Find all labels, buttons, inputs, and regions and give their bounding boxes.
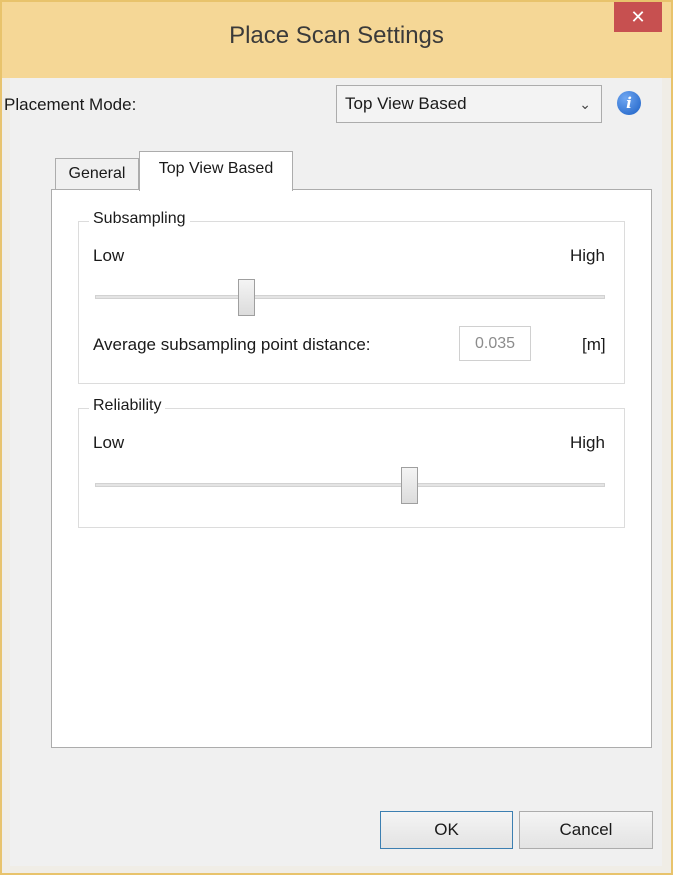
dialog-window: Place Scan Settings ✕ Placement Mode: To… bbox=[0, 0, 673, 875]
subsampling-title: Subsampling bbox=[89, 210, 190, 228]
subsampling-slider-thumb[interactable] bbox=[237, 279, 255, 316]
tab-top-view-based[interactable]: Top View Based bbox=[139, 151, 293, 191]
tab-panel: Subsampling Low High Average subsampling… bbox=[51, 189, 652, 748]
subsampling-high-label: High bbox=[570, 246, 605, 265]
reliability-slider-track[interactable] bbox=[95, 483, 605, 487]
placement-mode-select[interactable]: Top View Based ⌄ bbox=[336, 85, 602, 123]
placement-mode-label: Placement Mode: bbox=[4, 95, 137, 114]
title-bar[interactable]: Place Scan Settings ✕ bbox=[2, 2, 671, 78]
reliability-low-label: Low bbox=[93, 433, 125, 452]
subsampling-group: Subsampling Low High Average subsampling… bbox=[78, 210, 625, 384]
close-icon: ✕ bbox=[630, 7, 646, 27]
chevron-down-icon: ⌄ bbox=[579, 96, 591, 112]
reliability-group: Reliability Low High bbox=[78, 397, 625, 528]
dialog-body: Placement Mode: Top View Based ⌄ i Gener… bbox=[4, 78, 662, 866]
reliability-high-label: High bbox=[570, 433, 605, 452]
dialog-title: Place Scan Settings bbox=[229, 22, 444, 49]
distance-value-field[interactable]: 0.035 bbox=[459, 326, 531, 361]
cancel-button[interactable]: Cancel bbox=[519, 811, 653, 849]
placement-mode-value: Top View Based bbox=[345, 94, 467, 113]
subsampling-low-label: Low bbox=[93, 246, 125, 265]
distance-unit: [m] bbox=[582, 335, 606, 354]
info-icon[interactable]: i bbox=[617, 91, 641, 115]
ok-button[interactable]: OK bbox=[380, 811, 513, 849]
subsampling-slider-track[interactable] bbox=[95, 295, 605, 299]
distance-label: Average subsampling point distance: bbox=[93, 335, 371, 354]
reliability-title: Reliability bbox=[89, 397, 166, 415]
close-button[interactable]: ✕ bbox=[614, 2, 662, 32]
reliability-slider-thumb[interactable] bbox=[400, 467, 418, 504]
tab-general[interactable]: General bbox=[55, 158, 139, 189]
